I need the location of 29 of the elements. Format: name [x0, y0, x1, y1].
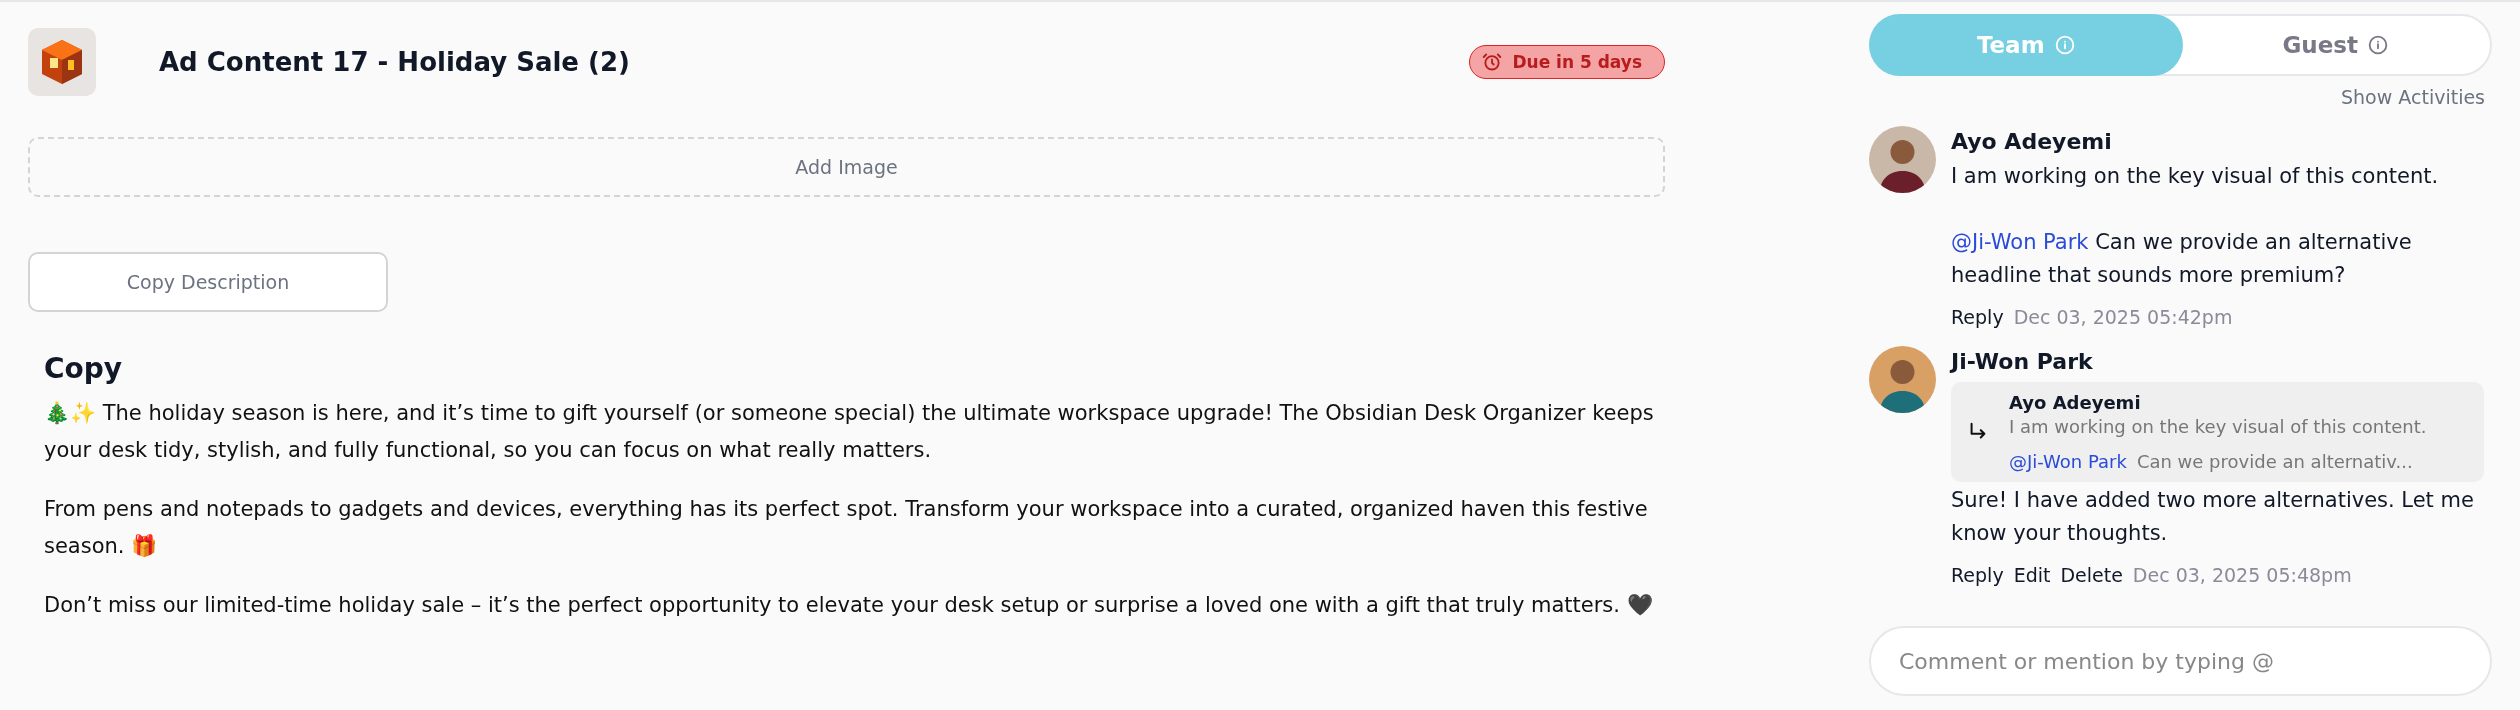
quoted-text: Can we provide an alternativ...: [2136, 451, 2413, 472]
comment-action[interactable]: Reply: [1951, 564, 2004, 586]
quoted-text: I am working on the key visual of this content.: [2009, 416, 2427, 437]
copy-description-button[interactable]: Copy Description: [28, 252, 388, 312]
comment-input[interactable]: Comment or mention by typing @: [1869, 626, 2492, 696]
comment-text: I am working on the key visual of this content.: [1951, 163, 2440, 190]
comment-action[interactable]: Delete: [2060, 564, 2123, 586]
alarm-clock-icon: [1482, 52, 1503, 72]
due-label: Due in 5 days: [1512, 52, 1642, 72]
quoted-mention: @Ji-Won Park: [2009, 451, 2127, 472]
mention-link[interactable]: @Ji-Won Park: [1951, 230, 2089, 254]
comment-text: Sure! I have added two more alternatives. Let me know your thoughts.: [1951, 487, 2475, 547]
copy-paragraph: Don’t miss our limited-time holiday sale – it’s the perfect opportunity to elevate your desk setup or surprise a loved one with a gift that truly matters. 🖤: [44, 592, 1654, 619]
copy-heading: Copy: [44, 352, 124, 385]
comment-text: @Ji-Won Park Can we provide an alternative headline that sounds more premium?: [1951, 229, 2413, 289]
quoted-author: Ayo Adeyemi: [2009, 392, 2142, 413]
content-title: Ad Content 17 - Holiday Sale (2): [159, 47, 631, 77]
copy-paragraph: From pens and notepads to gadgets and devices, everything has its perfect spot. Transform your workspace into a curated, organized haven this festive season. 🎁: [44, 496, 1649, 560]
show-activities-link[interactable]: Show Activities: [2341, 86, 2485, 108]
comment-author: Ayo Adeyemi: [1951, 128, 2113, 156]
copy-paragraph: 🎄✨ The holiday season is here, and it’s time to gift yourself (or someone special) the ultimate workspace upgrade! The Obsidian Desk Organizer keeps your desk tidy, stylish, and fully functional, so you can focus on what really matters.: [44, 400, 1655, 464]
info-icon: [2054, 35, 2075, 55]
comment-time: Dec 03, 2025 05:42pm: [2013, 306, 2233, 328]
comment-action[interactable]: Reply: [1951, 306, 2004, 328]
add-image-button[interactable]: Add Image: [28, 137, 1665, 197]
info-icon: [2368, 35, 2388, 55]
comment-author: Ji-Won Park: [1951, 348, 2094, 376]
comment-action[interactable]: Edit: [2013, 564, 2051, 586]
comment-time: Dec 03, 2025 05:48pm: [2132, 564, 2352, 586]
